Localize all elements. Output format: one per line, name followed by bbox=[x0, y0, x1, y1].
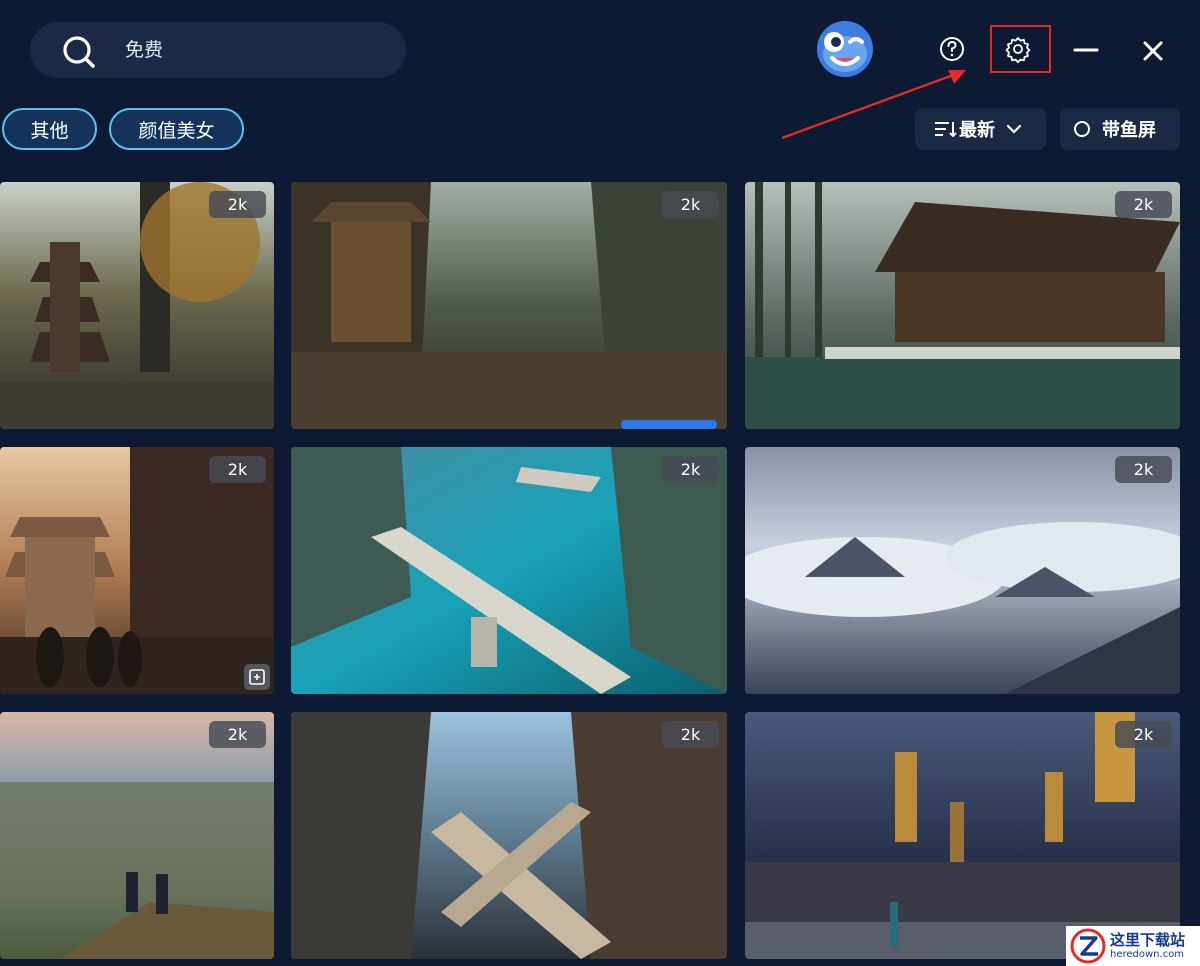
resolution-badge: 2k bbox=[1115, 456, 1172, 483]
resolution-badge: 2k bbox=[209, 191, 266, 218]
resolution-badge: 2k bbox=[662, 721, 719, 748]
wallpaper-image bbox=[0, 712, 274, 959]
wallpaper-card[interactable]: 2k bbox=[0, 182, 274, 429]
watermark-site: heredown.com bbox=[1110, 949, 1185, 960]
site-watermark: 这里下载站 heredown.com bbox=[1066, 926, 1200, 966]
search-icon[interactable] bbox=[62, 35, 96, 69]
wallpaper-image bbox=[291, 182, 727, 429]
wallpaper-image bbox=[0, 182, 274, 429]
close-icon[interactable] bbox=[1138, 36, 1168, 66]
wallpaper-card[interactable]: 2k bbox=[0, 712, 274, 959]
category-chip-other[interactable]: 其他 bbox=[2, 108, 97, 150]
resolution-badge: 2k bbox=[662, 456, 719, 483]
wallpaper-card[interactable]: 2k bbox=[291, 182, 727, 429]
fish-screen-toggle[interactable]: 带鱼屏 bbox=[1060, 108, 1180, 150]
sort-dropdown[interactable]: 最新 bbox=[915, 108, 1046, 150]
wallpaper-image bbox=[745, 447, 1180, 694]
watermark-text: 这里下载站 bbox=[1110, 931, 1186, 949]
minimize-icon[interactable] bbox=[1070, 36, 1102, 64]
wallpaper-card[interactable]: 2k bbox=[745, 182, 1180, 429]
wallpaper-card[interactable]: 2k bbox=[291, 712, 727, 959]
radio-icon bbox=[1074, 121, 1090, 137]
resolution-badge: 2k bbox=[1115, 721, 1172, 748]
wallpaper-image bbox=[291, 712, 727, 959]
heredown-logo-icon bbox=[1070, 928, 1106, 964]
category-chip-beauty[interactable]: 颜值美女 bbox=[109, 108, 244, 150]
dynamic-wallpaper-icon bbox=[244, 664, 270, 690]
sort-label: 最新 bbox=[959, 120, 995, 141]
wallpaper-image bbox=[291, 447, 727, 694]
wallpaper-card[interactable]: 2k bbox=[745, 447, 1180, 694]
resolution-badge: 2k bbox=[662, 191, 719, 218]
search-input[interactable]: 免费 bbox=[125, 38, 375, 62]
resolution-badge: 2k bbox=[209, 456, 266, 483]
wallpaper-image bbox=[0, 447, 274, 694]
fish-screen-label: 带鱼屏 bbox=[1102, 120, 1156, 141]
wallpaper-card[interactable]: 2k bbox=[745, 712, 1180, 959]
sort-icon bbox=[935, 122, 957, 138]
resolution-badge: 2k bbox=[209, 721, 266, 748]
wallpaper-image bbox=[745, 182, 1180, 429]
chevron-down-icon bbox=[1006, 124, 1022, 134]
wallpaper-card[interactable]: 2k bbox=[0, 447, 274, 694]
wallpaper-card[interactable]: 2k bbox=[291, 447, 727, 694]
resolution-badge: 2k bbox=[1115, 191, 1172, 218]
settings-highlight-box bbox=[990, 25, 1051, 73]
search-bar[interactable]: 免费 bbox=[30, 22, 406, 78]
wallpaper-image bbox=[745, 712, 1180, 959]
